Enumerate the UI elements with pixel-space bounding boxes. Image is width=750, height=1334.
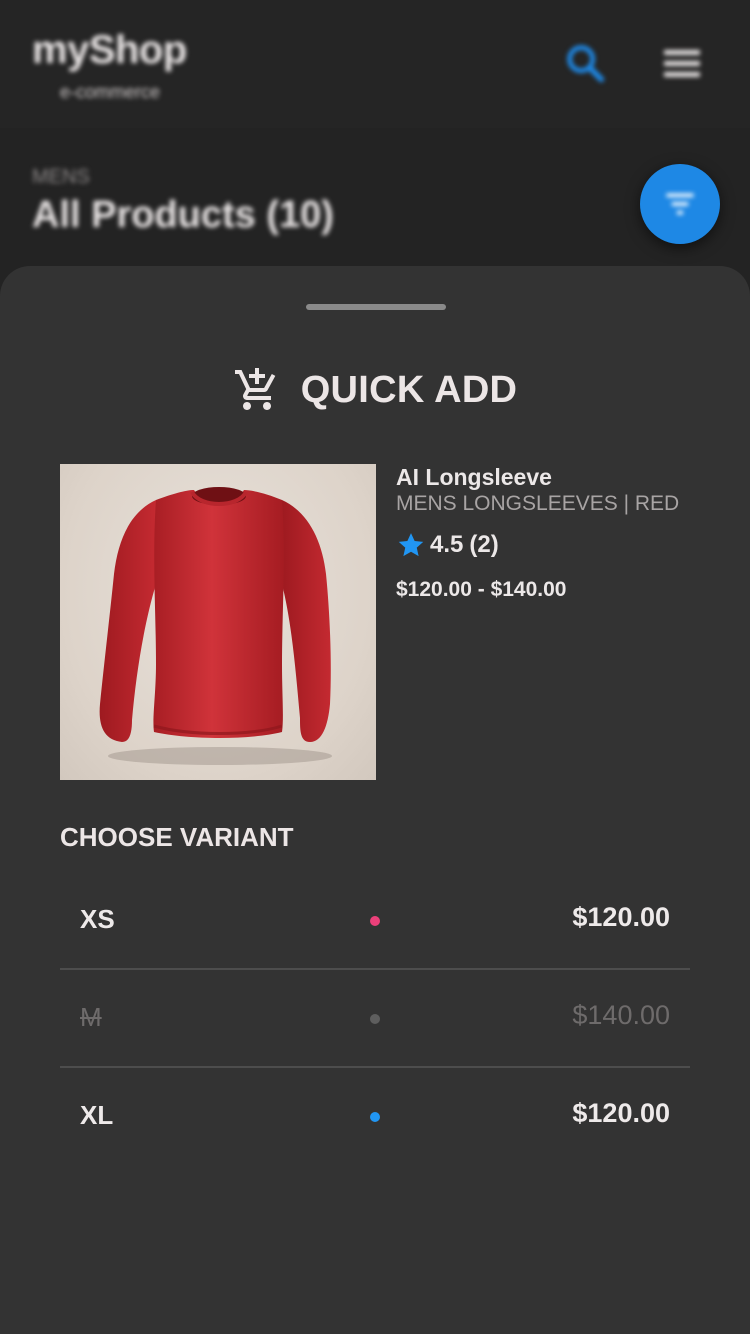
sheet-header: QUICK ADD [0,364,750,416]
product-price-range: $120.00 - $140.00 [396,578,567,601]
variant-option-m: M $140.00 [60,970,690,1068]
product-category: MENS LONGSLEEVES | RED [396,492,680,515]
shirt-image [99,487,332,765]
variant-color-dot [370,916,380,926]
rating-count: (2) [469,531,499,558]
variant-size: XL [80,1100,114,1130]
variant-option-xs[interactable]: XS $120.00 [60,872,690,970]
variant-list: XS $120.00 M $140.00 XL $120.00 [60,872,690,1166]
category-label: MENS [32,166,90,188]
variant-size: M [80,1002,102,1032]
product-rating: 4.5 (2) [396,530,499,560]
product-name: AI Longsleeve [396,464,552,490]
variant-size: XS [80,904,115,934]
variant-price: $140.00 [572,1000,670,1030]
star-icon [398,533,424,557]
shop-logo[interactable]: myShop [32,28,187,73]
variant-price: $120.00 [572,1098,670,1128]
variant-color-dot [370,1014,380,1024]
menu-icon[interactable] [660,44,704,84]
variant-option-xl[interactable]: XL $120.00 [60,1068,690,1166]
add-shopping-cart-icon [234,368,276,410]
quick-add-sheet: QUICK ADD AI Longsleeve MENS LONGSLEEVES… [0,266,750,1334]
filter-button[interactable] [640,164,720,244]
filter-icon [666,193,694,215]
sheet-drag-handle[interactable] [306,304,446,310]
rating-value: 4.5 [430,531,464,558]
product-image [60,464,376,780]
variant-price: $120.00 [572,902,670,932]
search-icon[interactable] [562,40,608,86]
sheet-title: QUICK ADD [300,368,518,411]
page-title: All Products (10) [32,194,334,236]
variant-color-dot [370,1112,380,1122]
shop-logo-subtitle: e-commerce [60,82,161,102]
app-header: myShop e-commerce [0,0,750,128]
variant-heading: CHOOSE VARIANT [60,822,294,852]
